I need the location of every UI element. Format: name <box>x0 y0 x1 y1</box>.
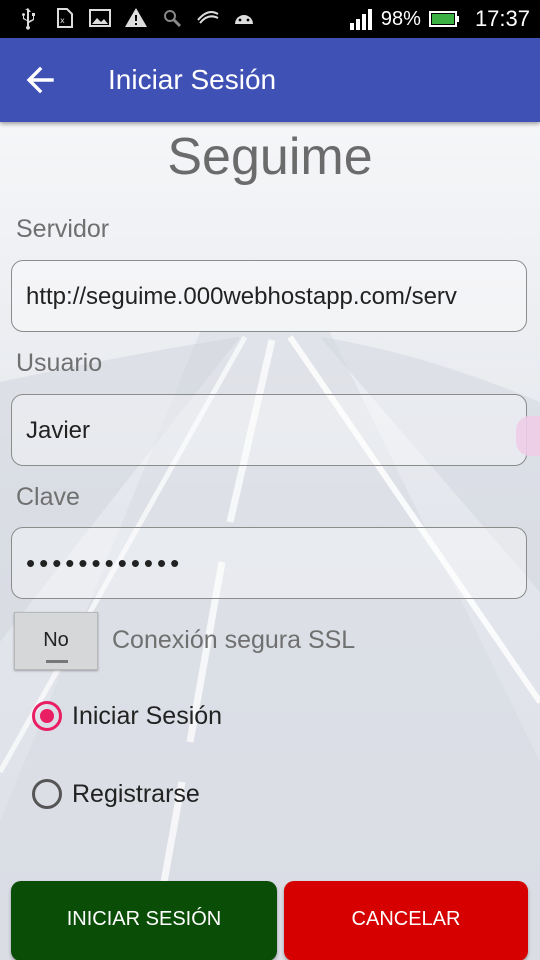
radio-login-label: Iniciar Sesión <box>72 701 223 730</box>
floating-side-handle[interactable] <box>516 416 540 456</box>
radio-unselected-icon[interactable] <box>32 779 62 809</box>
cancel-button[interactable]: CANCELAR <box>284 881 528 960</box>
radio-register-label: Registrarse <box>72 779 200 808</box>
server-field[interactable]: http://seguime.000webhostapp.com/serv <box>11 260 527 332</box>
android-icon <box>235 15 253 24</box>
warning-icon <box>125 8 147 27</box>
app-bar: Iniciar Sesión <box>0 38 540 122</box>
signal-icon <box>349 9 372 30</box>
arrow-left-icon <box>26 66 54 94</box>
password-field[interactable]: •••••••••••• <box>11 527 527 599</box>
server-label: Servidor <box>16 215 110 243</box>
usb-icon <box>22 8 35 30</box>
clock: 17:37 <box>474 6 530 31</box>
no-sim-icon: x <box>57 8 73 28</box>
ssl-label: Conexión segura SSL <box>112 626 356 654</box>
login-form: Seguime Servidor http://seguime.000webho… <box>0 122 540 960</box>
ssl-toggle-text: No <box>43 629 69 651</box>
user-field[interactable]: Javier <box>11 394 527 466</box>
search-icon <box>164 10 182 28</box>
radio-register[interactable]: Registrarse <box>32 779 200 809</box>
app-name-heading: Seguime <box>167 128 373 186</box>
ssl-toggle[interactable]: No <box>14 612 98 670</box>
radio-login[interactable]: Iniciar Sesión <box>32 701 222 731</box>
toggle-indicator <box>46 660 68 663</box>
status-indicators: 98% 17:37 <box>349 0 530 38</box>
swipe-icon <box>197 11 219 24</box>
back-button[interactable] <box>22 62 62 98</box>
battery-icon <box>428 11 459 27</box>
page-title: Iniciar Sesión <box>108 64 277 95</box>
svg-text:x: x <box>60 16 65 25</box>
login-button[interactable]: INICIAR SESIÓN <box>11 881 277 960</box>
battery-percent: 98% <box>380 7 421 30</box>
password-label: Clave <box>16 483 80 511</box>
notification-icons: x <box>16 6 256 30</box>
image-icon <box>89 9 111 27</box>
status-bar: x 98% 17:37 <box>0 0 540 38</box>
radio-selected-icon[interactable] <box>32 701 62 731</box>
user-label: Usuario <box>16 349 103 377</box>
